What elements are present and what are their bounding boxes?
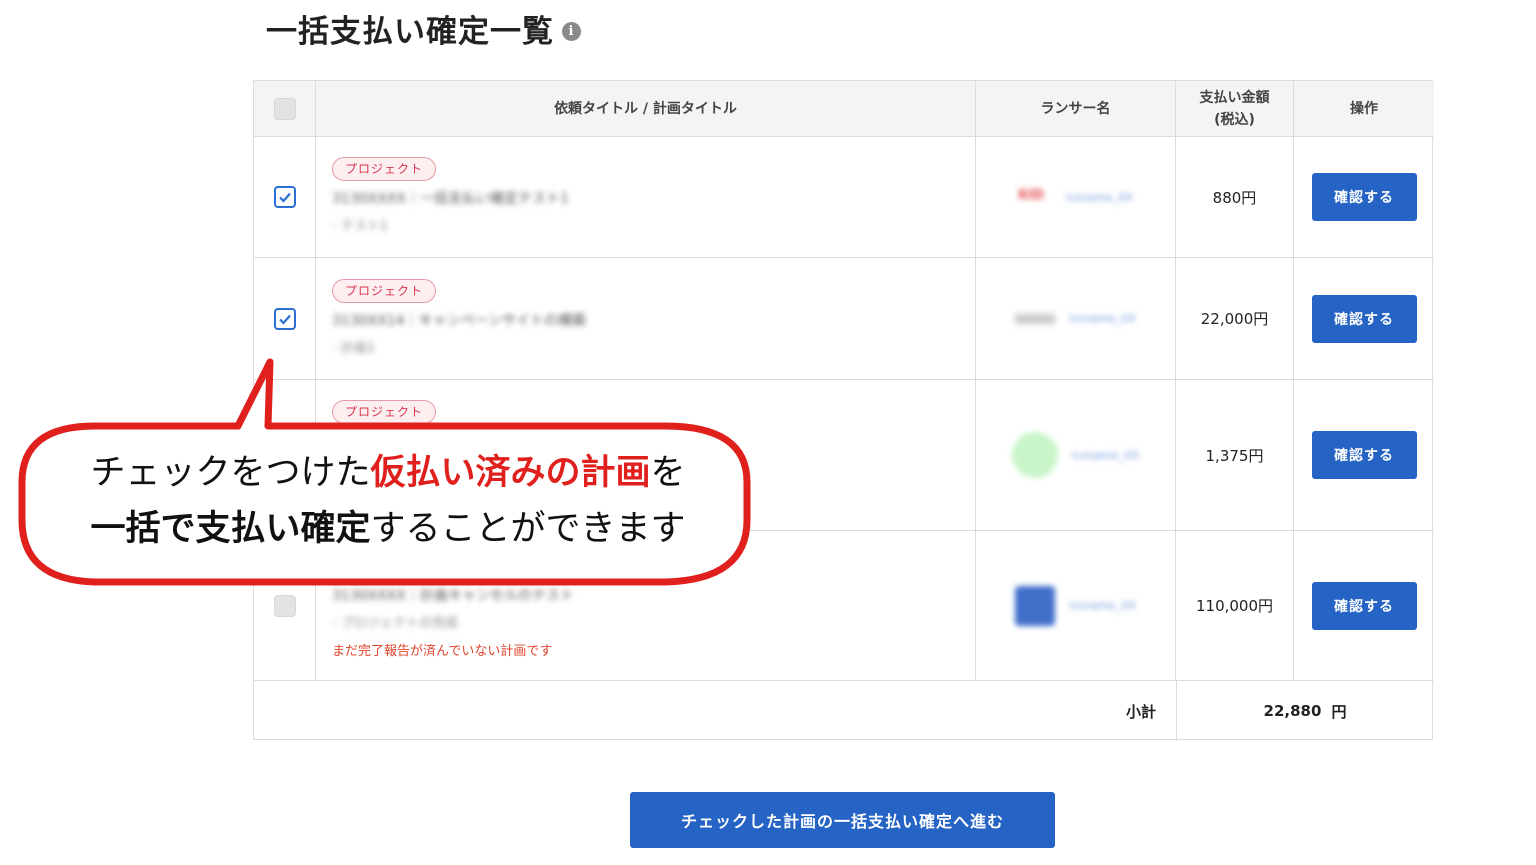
callout-line2-b: することができます bbox=[370, 509, 686, 549]
callout-text: チェックをつけた仮払い済みの計画を 一括で支払い確定することができます bbox=[38, 445, 738, 557]
callout-line-2: 一括で支払い確定することができます bbox=[38, 501, 738, 557]
callout-line2-bold: 一括で支払い確定 bbox=[90, 509, 371, 549]
callout-line1-a: チェックをつけた bbox=[90, 453, 371, 493]
callout-line-1: チェックをつけた仮払い済みの計画を bbox=[38, 445, 738, 501]
callout-bubble bbox=[18, 358, 751, 586]
callout-line1-c: を bbox=[650, 453, 686, 493]
callout-line1-highlight: 仮払い済みの計画 bbox=[370, 453, 651, 493]
